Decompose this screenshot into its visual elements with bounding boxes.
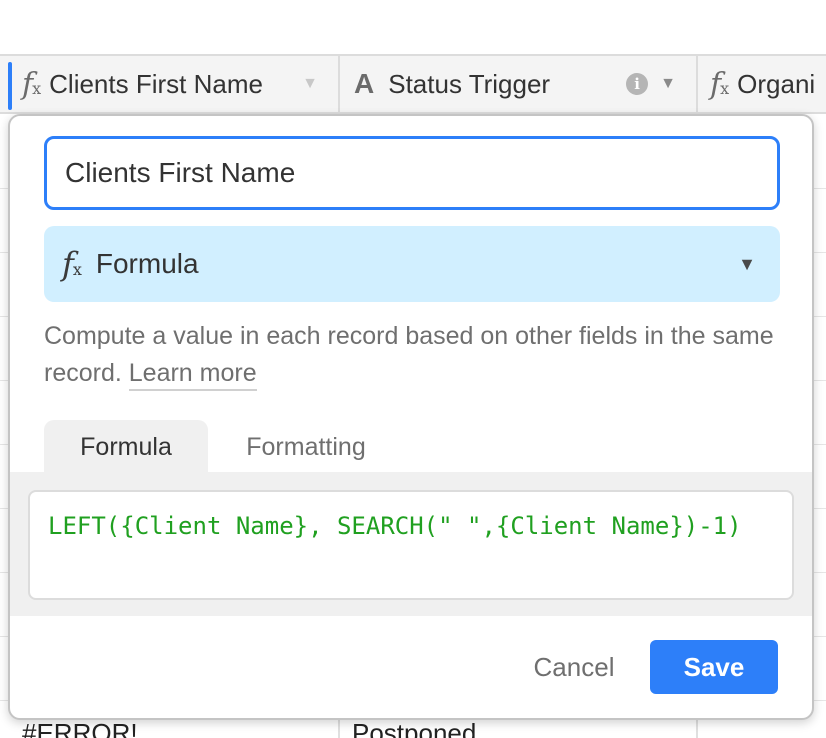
- chevron-down-icon[interactable]: ▼: [302, 75, 318, 93]
- save-button[interactable]: Save: [650, 640, 778, 694]
- column-header-status-trigger[interactable]: A Status Trigger i ▼: [338, 56, 696, 112]
- cell-clients-first-name[interactable]: #ERROR!: [22, 718, 138, 738]
- field-type-label: Formula: [95, 248, 199, 279]
- airtable-grid-view: fx Clients First Name ▼ A Status Trigger…: [0, 0, 826, 738]
- field-editor-popover: fx Formula ▼ Compute a value in each rec…: [8, 114, 814, 720]
- info-icon[interactable]: i: [626, 73, 649, 95]
- column-header-label: Clients First Name: [49, 68, 263, 99]
- formula-icon: fx: [22, 66, 41, 102]
- formula-icon: fx: [62, 245, 82, 283]
- formula-tab-panel: LEFT({Client Name}, SEARCH(" ",{Client N…: [10, 472, 812, 616]
- field-type-select[interactable]: fx Formula ▼: [44, 226, 780, 302]
- column-header-clients-first-name[interactable]: fx Clients First Name ▼: [0, 56, 338, 112]
- column-header-label: Organi: [737, 68, 816, 99]
- formula-icon: fx: [710, 66, 729, 102]
- column-header-label: Status Trigger: [388, 68, 551, 99]
- field-name-input[interactable]: [44, 136, 780, 210]
- tab-formatting[interactable]: Formatting: [222, 420, 390, 474]
- cell-status-trigger[interactable]: Postponed: [352, 718, 476, 738]
- cancel-button[interactable]: Cancel: [508, 640, 640, 694]
- caret-down-icon: ▼: [738, 253, 756, 274]
- formula-editor[interactable]: LEFT({Client Name}, SEARCH(" ",{Client N…: [28, 490, 794, 600]
- learn-more-link[interactable]: Learn more: [128, 359, 257, 391]
- field-type-description: Compute a value in each record based on …: [44, 318, 784, 392]
- text-field-icon: A: [354, 68, 375, 99]
- grid-header-row: fx Clients First Name ▼ A Status Trigger…: [0, 54, 826, 114]
- chevron-down-icon[interactable]: ▼: [660, 75, 676, 93]
- column-header-organi[interactable]: fx Organi: [696, 56, 826, 112]
- tab-formula[interactable]: Formula: [44, 420, 208, 474]
